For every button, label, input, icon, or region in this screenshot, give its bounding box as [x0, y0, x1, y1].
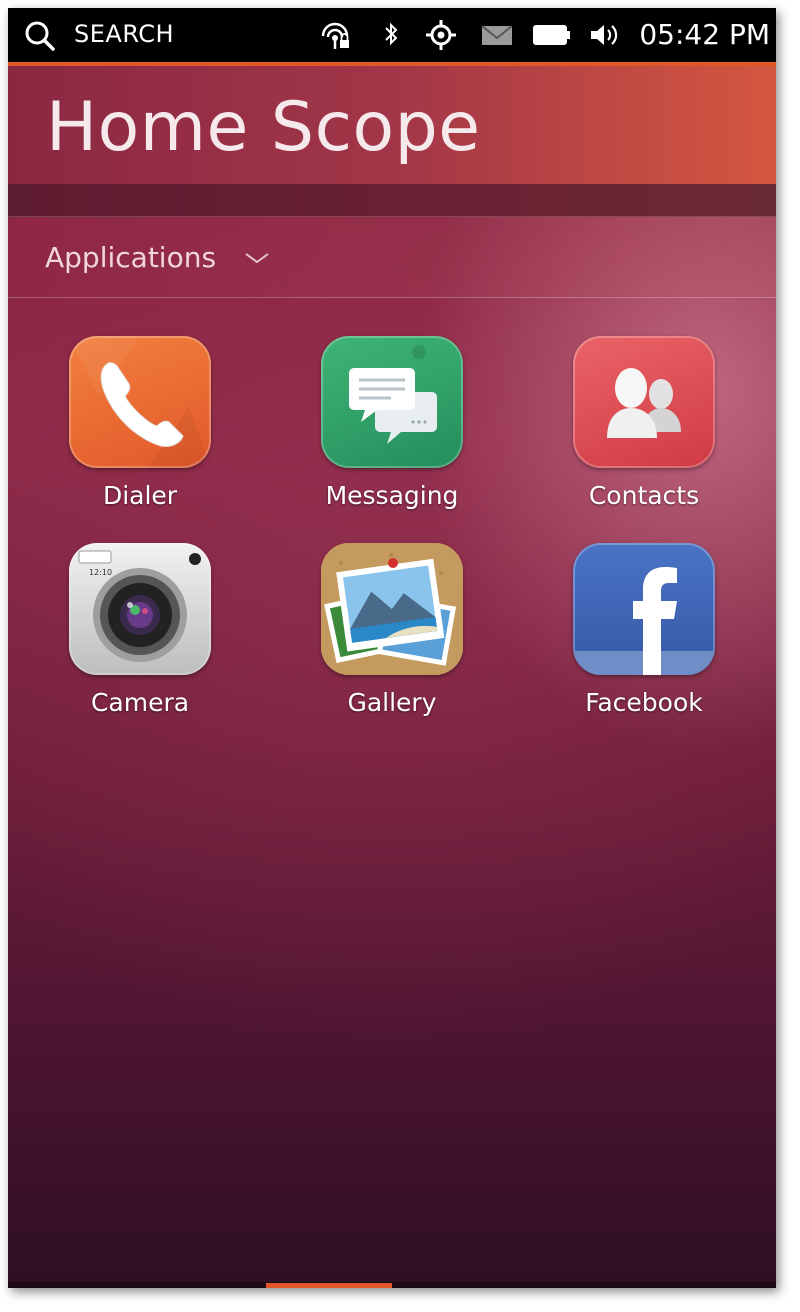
network-locked-icon[interactable] [318, 20, 352, 50]
facebook-tile[interactable] [573, 543, 715, 675]
camera-tile-time: 12:10 [89, 568, 112, 577]
category-label[interactable]: Applications [45, 241, 216, 274]
app-label[interactable]: Camera [40, 688, 240, 717]
messaging-icon [349, 345, 437, 444]
contacts-tile[interactable] [573, 336, 715, 468]
app-label[interactable]: Messaging [292, 481, 492, 510]
messages-icon[interactable] [480, 20, 514, 50]
launcher-handle[interactable] [266, 1283, 392, 1288]
app-gallery[interactable]: Gallery [292, 543, 492, 743]
header-divider-band [8, 184, 776, 217]
volume-icon[interactable] [588, 20, 622, 50]
dialer-tile[interactable] [69, 336, 211, 468]
app-label[interactable]: Gallery [292, 688, 492, 717]
contacts-icon [607, 368, 681, 438]
phone-screen: SEARCH 05:42 PM Home Scope Applications … [8, 8, 776, 1288]
app-facebook[interactable]: Facebook [544, 543, 744, 743]
gallery-tile[interactable] [321, 543, 463, 675]
camera-icon: 12:10 [78, 550, 201, 662]
app-messaging[interactable]: Messaging [292, 336, 492, 536]
bluetooth-icon[interactable] [374, 20, 408, 50]
clock[interactable]: 05:42 PM [639, 18, 770, 51]
app-label[interactable]: Dialer [40, 481, 240, 510]
messaging-tile[interactable] [321, 336, 463, 468]
location-icon[interactable] [424, 20, 458, 50]
app-contacts[interactable]: Contacts [544, 336, 744, 536]
battery-icon[interactable] [532, 20, 572, 50]
search-icon[interactable] [24, 20, 56, 52]
gallery-icon [321, 543, 463, 675]
dialer-icon [69, 336, 211, 468]
app-camera[interactable]: 12:10 Camera [40, 543, 240, 743]
category-header[interactable]: Applications [8, 217, 776, 298]
app-dialer[interactable]: Dialer [40, 336, 240, 536]
app-label[interactable]: Contacts [544, 481, 744, 510]
camera-tile[interactable]: 12:10 [69, 543, 211, 675]
app-label[interactable]: Facebook [544, 688, 744, 717]
scope-header: Home Scope [8, 66, 776, 184]
bottom-bar [8, 1282, 776, 1288]
status-bar: SEARCH 05:42 PM [8, 8, 776, 66]
page-title: Home Scope [46, 88, 481, 167]
facebook-icon [573, 567, 715, 675]
search-label[interactable]: SEARCH [74, 20, 174, 48]
chevron-down-icon[interactable] [244, 251, 270, 265]
